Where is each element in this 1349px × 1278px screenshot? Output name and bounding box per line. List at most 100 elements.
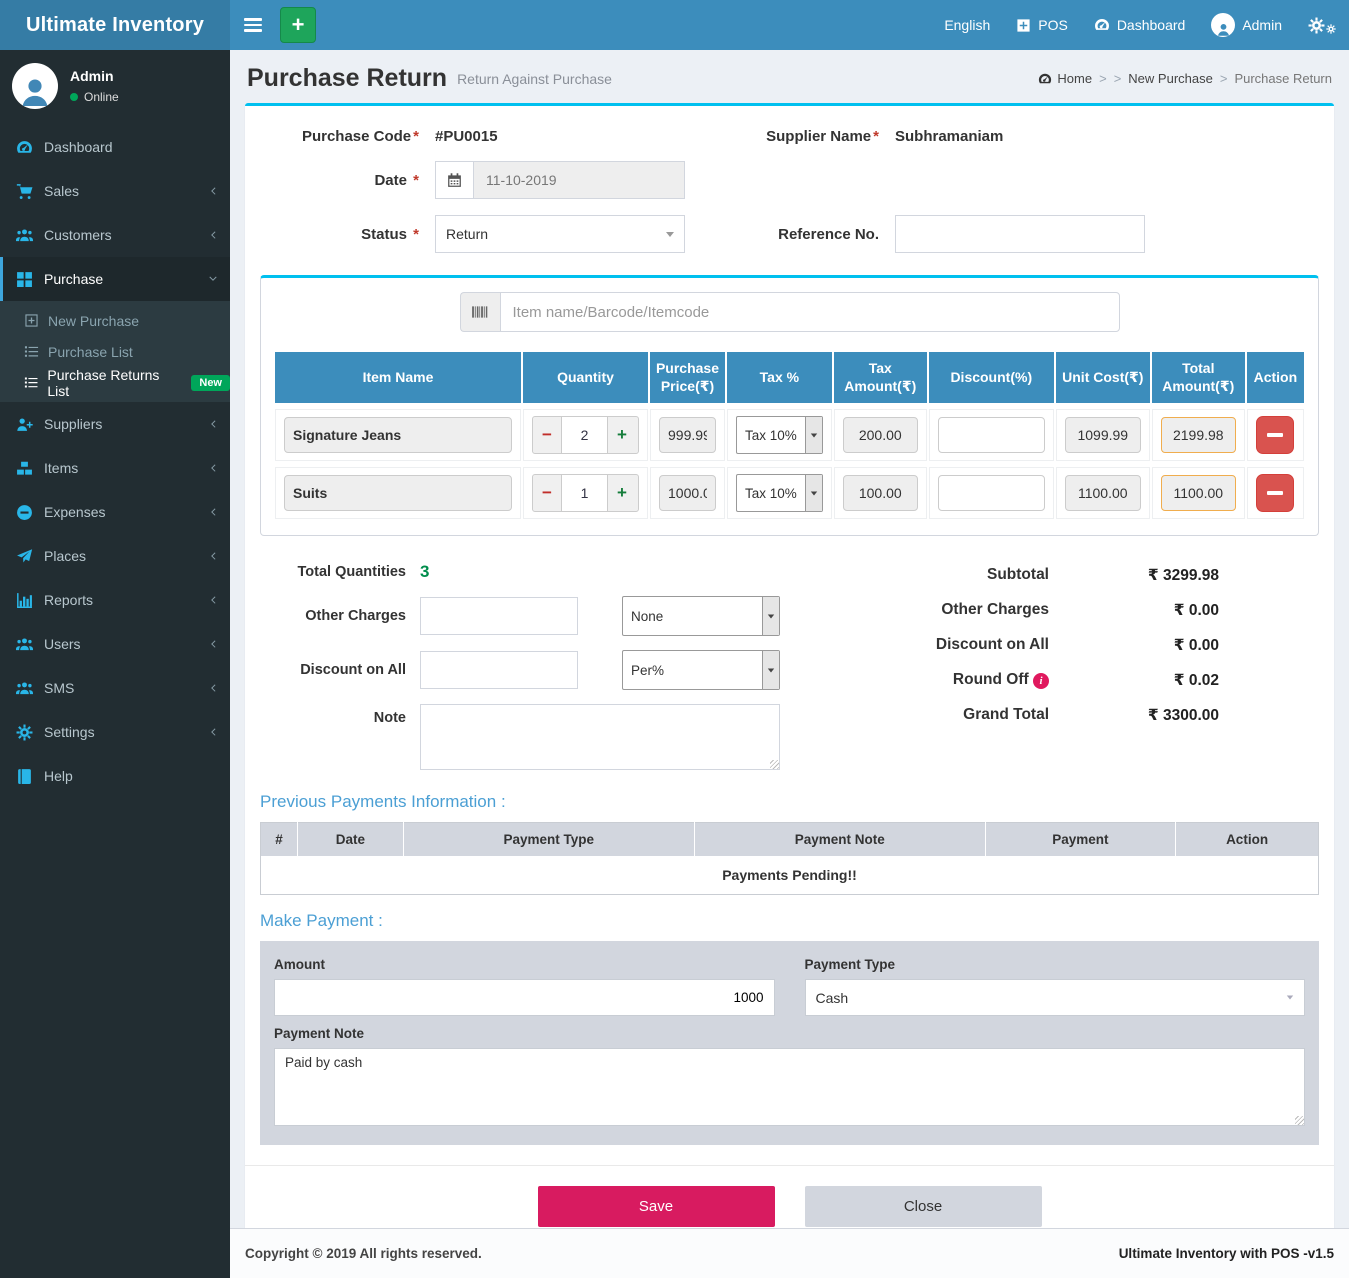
purchase-price-field xyxy=(659,417,716,453)
barcode-icon xyxy=(471,303,489,321)
paper-plane-icon xyxy=(16,548,33,565)
status-label: Status * xyxy=(260,226,435,243)
nav-settings[interactable] xyxy=(1295,0,1349,50)
item-row: − + Tax 10% xyxy=(275,467,1304,519)
sidebar-toggle-button[interactable] xyxy=(230,0,276,50)
pp-col-action: Action xyxy=(1176,823,1319,857)
other-charges-input[interactable] xyxy=(420,597,578,635)
qty-decrease-button[interactable]: − xyxy=(533,475,561,511)
status-select[interactable]: Return xyxy=(435,215,685,253)
supplier-name-label: Supplier Name* xyxy=(745,128,895,145)
discount-input[interactable] xyxy=(938,475,1045,511)
users-icon xyxy=(16,636,33,653)
save-button[interactable]: Save xyxy=(538,1186,775,1227)
item-search-input[interactable] xyxy=(500,292,1120,332)
payment-note-textarea[interactable]: Paid by cash xyxy=(274,1048,1305,1126)
remove-item-button[interactable] xyxy=(1256,416,1294,454)
chevron-left-icon xyxy=(208,639,218,649)
qty-increase-button[interactable]: + xyxy=(608,475,636,511)
nav-dashboard[interactable]: Dashboard xyxy=(1081,0,1199,50)
sidebar-item-sms[interactable]: SMS xyxy=(0,666,230,710)
sidebar-item-users[interactable]: Users xyxy=(0,622,230,666)
sidebar-item-suppliers[interactable]: Suppliers xyxy=(0,402,230,446)
sidebar-item-places[interactable]: Places xyxy=(0,534,230,578)
sidebar-item-new-purchase[interactable]: New Purchase xyxy=(0,305,230,336)
qty-decrease-button[interactable]: − xyxy=(533,417,561,453)
note-textarea[interactable] xyxy=(420,704,780,770)
app-logo[interactable]: Ultimate Inventory xyxy=(0,0,230,50)
sidebar-item-items[interactable]: Items xyxy=(0,446,230,490)
sidebar-item-customers[interactable]: Customers xyxy=(0,213,230,257)
discount-type-select[interactable]: Per% xyxy=(622,650,780,690)
quick-add-button[interactable]: + xyxy=(280,7,316,43)
gears-icon xyxy=(16,724,33,741)
qty-increase-button[interactable]: + xyxy=(608,417,636,453)
chevron-left-icon xyxy=(208,463,218,473)
previous-payments-table: # Date Payment Type Payment Note Payment… xyxy=(260,822,1319,895)
col-discount: Discount(%) xyxy=(929,352,1054,403)
close-button[interactable]: Close xyxy=(805,1186,1042,1227)
col-tax: Tax % xyxy=(727,352,832,403)
sidebar-item-help[interactable]: Help xyxy=(0,754,230,798)
pp-col-payment: Payment xyxy=(985,823,1175,857)
caret-down-icon xyxy=(762,651,779,689)
sidebar-item-purchase-list[interactable]: Purchase List xyxy=(0,336,230,367)
reference-no-input[interactable] xyxy=(895,215,1145,253)
qty-input[interactable] xyxy=(561,417,608,453)
qty-input[interactable] xyxy=(561,475,608,511)
gears-icon-small xyxy=(1326,24,1336,34)
cart-icon xyxy=(16,183,33,200)
users-icon xyxy=(16,680,33,697)
sidebar-item-purchase-returns-list[interactable]: Purchase Returns ListNew xyxy=(0,367,230,398)
other-charges-select[interactable]: None xyxy=(622,596,780,636)
nav-language[interactable]: English xyxy=(931,0,1003,50)
breadcrumb-home[interactable]: Home xyxy=(1038,71,1092,86)
remove-item-button[interactable] xyxy=(1256,474,1294,512)
person-icon xyxy=(18,75,52,109)
breadcrumb: Home > > New Purchase > Purchase Return xyxy=(1038,71,1332,86)
chevron-left-icon xyxy=(208,419,218,429)
sidebar-item-purchase[interactable]: Purchase xyxy=(0,257,230,301)
breadcrumb-separator: > xyxy=(1114,71,1122,86)
breadcrumb-separator: > xyxy=(1220,71,1228,86)
pp-col-num: # xyxy=(261,823,298,857)
total-quantities-label: Total Quantities xyxy=(280,564,420,580)
online-dot-icon xyxy=(70,93,78,101)
sidebar-item-reports[interactable]: Reports xyxy=(0,578,230,622)
breadcrumb-new-purchase[interactable]: New Purchase xyxy=(1128,71,1213,86)
amount-label: Amount xyxy=(274,957,775,972)
amount-input[interactable] xyxy=(274,979,775,1016)
new-badge: New xyxy=(191,375,230,391)
version-text: Ultimate Inventory with POS -v1.5 xyxy=(1119,1246,1334,1261)
avatar xyxy=(12,63,58,109)
grid-icon xyxy=(16,271,33,288)
discount-input[interactable] xyxy=(938,417,1045,453)
dashboard-icon xyxy=(1094,17,1110,33)
nav-user-menu[interactable]: Admin xyxy=(1198,0,1295,50)
nav-pos[interactable]: POS xyxy=(1003,0,1081,50)
tax-select[interactable]: Tax 10% xyxy=(736,474,823,512)
minus-icon xyxy=(1267,433,1283,437)
sidebar-item-settings[interactable]: Settings xyxy=(0,710,230,754)
total-amount-field xyxy=(1161,417,1236,453)
calendar-addon[interactable] xyxy=(435,161,473,199)
info-icon[interactable]: i xyxy=(1033,673,1049,689)
minus-icon xyxy=(1267,491,1283,495)
payment-type-select[interactable]: Cash xyxy=(805,979,1306,1016)
payment-note-label: Payment Note xyxy=(274,1026,1305,1041)
subtotal-label: Subtotal xyxy=(936,566,1049,585)
items-table-header: Item Name Quantity Purchase Price(₹) Tax… xyxy=(275,352,1304,403)
chevron-left-icon xyxy=(208,727,218,737)
top-navbar: Ultimate Inventory + English POS Dashboa… xyxy=(0,0,1349,50)
sidebar-item-sales[interactable]: Sales xyxy=(0,169,230,213)
barcode-addon xyxy=(460,292,500,332)
tax-select[interactable]: Tax 10% xyxy=(736,416,823,454)
sidebar-item-expenses[interactable]: Expenses xyxy=(0,490,230,534)
discount-total-value: ₹ 0.00 xyxy=(1049,636,1219,655)
total-quantities-value: 3 xyxy=(420,562,578,582)
totals-summary: Subtotal ₹ 3299.98 Other Charges ₹ 0.00 … xyxy=(936,562,1219,770)
chevron-left-icon xyxy=(208,230,218,240)
discount-on-all-input[interactable] xyxy=(420,651,578,689)
col-item-name: Item Name xyxy=(275,352,521,403)
sidebar-item-dashboard[interactable]: Dashboard xyxy=(0,125,230,169)
